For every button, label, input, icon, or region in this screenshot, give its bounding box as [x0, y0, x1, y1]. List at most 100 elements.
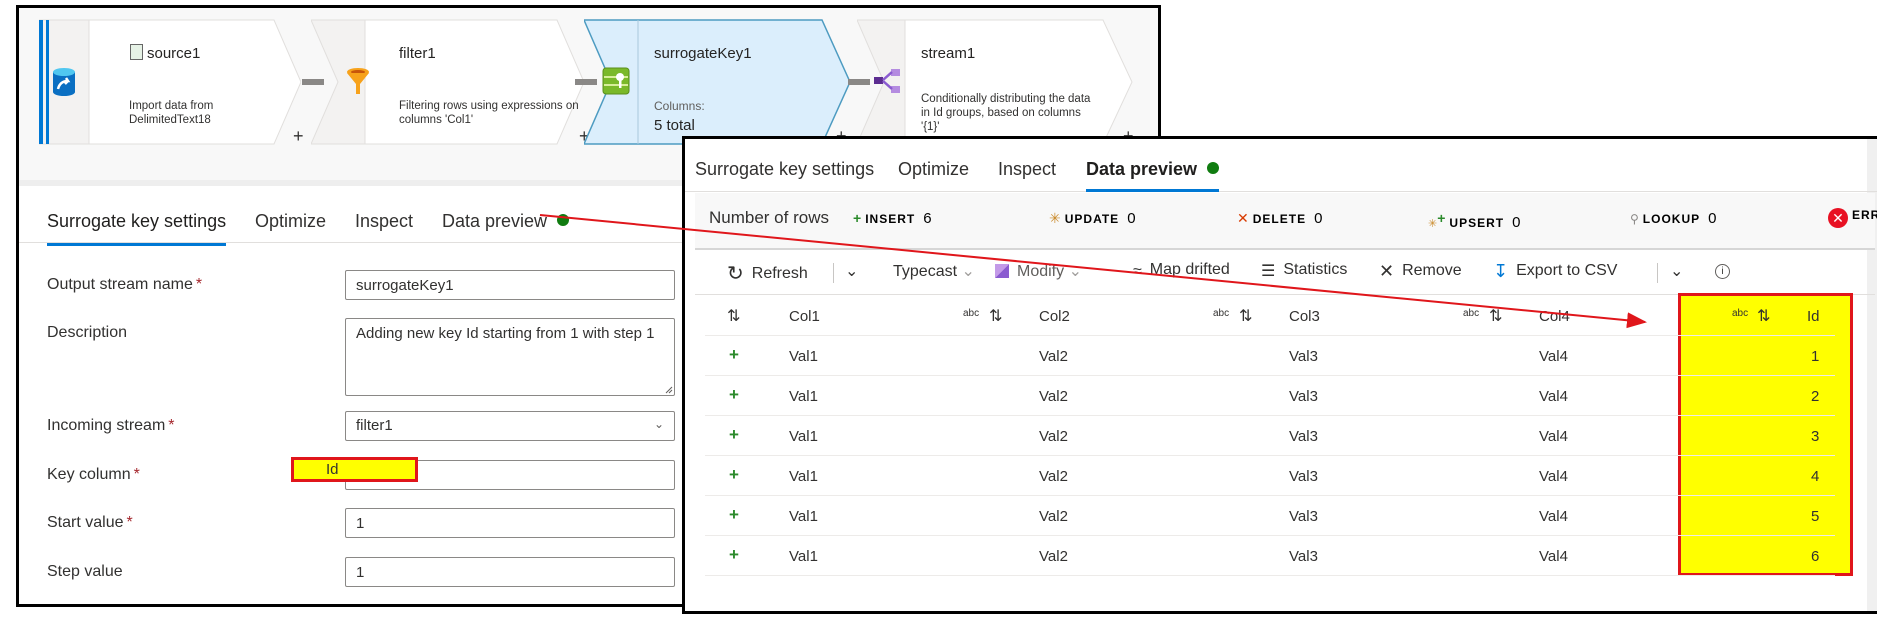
sort-icon[interactable]: ⇅ — [1757, 306, 1770, 326]
pipeline-node-stream1[interactable]: stream1 Conditionally distributing the d… — [857, 19, 1137, 146]
table-cell: Val1 — [789, 348, 818, 365]
table-cell: Val4 — [1539, 468, 1568, 485]
table-row[interactable]: + Val1 Val2 Val3 Val4 4 — [705, 456, 1835, 496]
table-row[interactable]: + Val1 Val2 Val3 Val4 5 — [705, 496, 1835, 536]
incoming-stream-select[interactable]: filter1 ⌄ — [345, 411, 675, 441]
node-title: filter1 — [399, 45, 436, 62]
status-dot-icon — [557, 214, 570, 226]
key-column-label: Key column * — [47, 466, 140, 484]
sort-icon[interactable]: ⇅ — [727, 306, 740, 326]
button-label: Typecast — [893, 263, 958, 280]
pipeline-node-filter1[interactable]: filter1 Filtering rows using expressions… — [311, 19, 590, 146]
required-marker: * — [133, 466, 140, 483]
table-cell: 6 — [1811, 548, 1820, 565]
table-cell: Val4 — [1539, 388, 1568, 405]
remove-button[interactable]: ✕ Remove — [1379, 261, 1462, 282]
info-button[interactable]: i — [1715, 261, 1730, 279]
stat-label: ERRO — [1852, 208, 1877, 222]
stat-label: UPDATE — [1064, 212, 1120, 226]
error-icon: ✕ — [1828, 208, 1848, 228]
stat-label: DELETE — [1252, 212, 1307, 226]
tab-label: Data preview — [1086, 159, 1198, 179]
table-cell: Val3 — [1289, 508, 1318, 525]
table-cell: Val3 — [1289, 348, 1318, 365]
modify-button[interactable]: Modify ⌄ — [995, 261, 1082, 281]
node-title: stream1 — [921, 45, 976, 62]
database-source-icon — [51, 67, 81, 97]
sort-icon[interactable]: ⇅ — [1239, 306, 1252, 326]
button-label: Export to CSV — [1516, 262, 1618, 279]
stat-update: ✳ UPDATE 0 — [1049, 210, 1136, 227]
tab-surrogate-key-settings[interactable]: Surrogate key settings — [695, 159, 874, 180]
pipeline-node-surrogatekey1[interactable]: surrogateKey1 Columns: 5 total + — [584, 19, 854, 146]
export-csv-button[interactable]: ↧ Export to CSV — [1493, 261, 1617, 282]
map-drifted-button[interactable]: ≈ Map drifted — [1133, 261, 1230, 281]
sort-icon[interactable]: ⇅ — [1489, 306, 1502, 326]
node-description: Conditionally distributing the data in I… — [921, 93, 1091, 133]
table-cell: Val4 — [1539, 508, 1568, 525]
start-value-input[interactable] — [345, 508, 675, 538]
button-label: Map drifted — [1149, 261, 1230, 278]
tab-optimize[interactable]: Optimize — [255, 211, 326, 232]
string-type-icon: abc — [1213, 308, 1230, 319]
column-header[interactable]: Col2 — [1039, 308, 1070, 325]
required-marker: * — [195, 276, 203, 293]
tab-data-preview[interactable]: Data preview — [1086, 159, 1220, 192]
insert-marker-icon: + — [729, 425, 739, 444]
insert-marker-icon: + — [729, 465, 739, 484]
tab-label: Data preview — [442, 211, 548, 231]
chevron-down-icon: ⌄ — [1670, 263, 1684, 280]
more-dropdown-button[interactable]: ⌄ — [1670, 261, 1683, 281]
column-header[interactable]: Col3 — [1289, 308, 1320, 325]
node-title: surrogateKey1 — [654, 45, 752, 62]
step-value-label: Step value — [47, 563, 123, 580]
chevron-down-icon: ⌄ — [653, 417, 664, 431]
description-textarea[interactable]: Adding new key Id starting from 1 with s… — [345, 318, 675, 396]
table-cell: 3 — [1811, 428, 1820, 445]
table-cell: Val2 — [1039, 348, 1068, 365]
statistics-button[interactable]: ☰ Statistics — [1261, 261, 1347, 281]
node-description: Filtering rows using expressions on colu… — [399, 100, 579, 126]
stat-delete: ✕ DELETE 0 — [1237, 210, 1322, 227]
tab-inspect[interactable]: Inspect — [355, 211, 413, 232]
modify-icon — [995, 264, 1009, 278]
column-header[interactable]: Col1 — [789, 308, 820, 325]
typecast-button[interactable]: Typecast ⌄ — [893, 261, 975, 281]
column-header[interactable]: Id — [1807, 308, 1820, 325]
table-cell: Val2 — [1039, 508, 1068, 525]
status-dot-icon — [1207, 162, 1220, 174]
add-transform-button[interactable]: + — [293, 126, 304, 147]
label-text: Key column — [47, 466, 131, 483]
sort-icon[interactable]: ⇅ — [989, 306, 1002, 326]
step-value-input[interactable] — [345, 557, 675, 587]
refresh-dropdown-button[interactable]: ⌄ — [845, 261, 858, 281]
table-row[interactable]: + Val1 Val2 Val3 Val4 3 — [705, 416, 1835, 456]
insert-marker-icon: + — [729, 345, 739, 364]
table-cell: Val3 — [1289, 548, 1318, 565]
pipeline-node-source1[interactable]: source1 Import data from DelimitedText18… — [39, 19, 304, 147]
string-type-icon: abc — [1732, 308, 1749, 319]
tab-optimize[interactable]: Optimize — [898, 159, 969, 180]
tab-data-preview[interactable]: Data preview — [442, 211, 570, 232]
refresh-icon: ↻ — [727, 263, 744, 285]
tab-inspect[interactable]: Inspect — [998, 159, 1056, 180]
resize-grip-icon[interactable] — [665, 386, 673, 394]
table-cell: 2 — [1811, 388, 1820, 405]
selected-value: filter1 — [356, 417, 393, 434]
insert-marker-icon: + — [729, 505, 739, 524]
table-row[interactable]: + Val1 Val2 Val3 Val4 2 — [705, 376, 1835, 416]
start-value-label: Start value * — [47, 514, 133, 532]
table-row[interactable]: + Val1 Val2 Val3 Val4 6 — [705, 536, 1835, 576]
stat-error: ✕ ERRO — [1828, 206, 1877, 228]
button-label: Statistics — [1283, 261, 1348, 278]
output-stream-name-input[interactable] — [345, 270, 675, 300]
preview-tabs: Surrogate key settings Optimize Inspect … — [685, 139, 1877, 192]
table-row[interactable]: + Val1 Val2 Val3 Val4 1 — [705, 336, 1835, 376]
table-cell: 4 — [1811, 468, 1820, 485]
conditional-split-icon — [873, 67, 903, 97]
stat-upsert: ✳+ UPSERT 0 — [1428, 210, 1520, 231]
stat-value: 0 — [1708, 210, 1717, 227]
tab-surrogate-key-settings[interactable]: Surrogate key settings — [47, 211, 227, 246]
refresh-button[interactable]: ↻ Refresh — [727, 261, 808, 286]
column-header[interactable]: Col4 — [1539, 308, 1570, 325]
